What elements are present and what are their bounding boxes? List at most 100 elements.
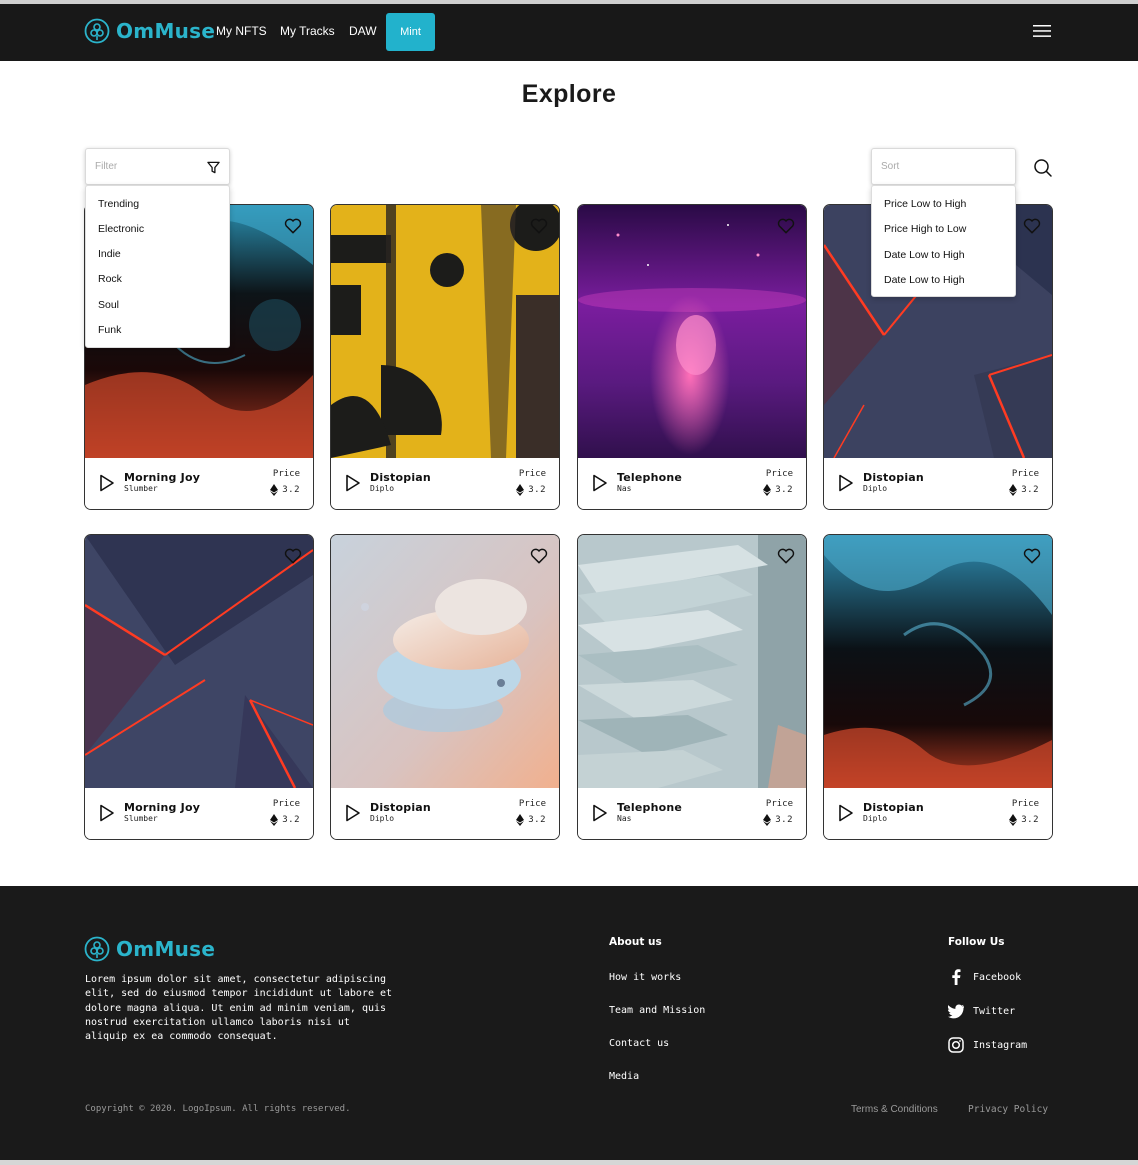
footer-link-how-it-works[interactable]: How it works xyxy=(609,972,681,983)
price-label: Price xyxy=(518,469,546,479)
facebook-icon xyxy=(952,969,961,985)
privacy-link[interactable]: Privacy Policy xyxy=(968,1104,1048,1115)
nav-my-tracks[interactable]: My Tracks xyxy=(280,24,335,38)
heart-icon[interactable] xyxy=(1022,216,1042,236)
ethereum-icon xyxy=(270,814,279,826)
filter-icon[interactable] xyxy=(207,161,220,174)
price: 3.2 xyxy=(1009,814,1039,826)
search-icon[interactable] xyxy=(1033,158,1053,178)
heart-icon[interactable] xyxy=(283,546,303,566)
play-icon[interactable] xyxy=(345,804,361,822)
nft-artwork[interactable] xyxy=(824,535,1052,788)
price-label: Price xyxy=(518,799,546,809)
track-artist: Nas xyxy=(617,814,632,823)
filter-option-soul[interactable]: Soul xyxy=(98,299,119,311)
play-icon[interactable] xyxy=(345,474,361,492)
nft-card[interactable]: Distopian Diplo Price 3.2 xyxy=(823,534,1053,840)
nft-card[interactable]: Distopian Diplo Price 3.2 xyxy=(330,534,560,840)
footer-link-contact[interactable]: Contact us xyxy=(609,1038,669,1049)
price-label: Price xyxy=(1011,799,1039,809)
heart-icon[interactable] xyxy=(283,216,303,236)
copyright: Copyright © 2020. LogoIpsum. All rights … xyxy=(85,1104,351,1114)
heart-icon[interactable] xyxy=(776,546,796,566)
social-facebook[interactable]: Facebook xyxy=(948,969,1021,985)
price-label: Price xyxy=(765,799,793,809)
nft-card[interactable]: Distopian Diplo Price 3.2 xyxy=(330,204,560,510)
social-facebook-label: Facebook xyxy=(973,971,1022,983)
track-artist: Slumber xyxy=(124,484,158,493)
price-value: 3.2 xyxy=(1021,815,1039,825)
track-artist: Diplo xyxy=(370,814,395,823)
nft-artwork[interactable] xyxy=(578,205,806,458)
ethereum-icon xyxy=(516,484,525,496)
nft-artwork[interactable] xyxy=(85,535,313,788)
play-icon[interactable] xyxy=(592,804,608,822)
sort-option-price-low-high[interactable]: Price Low to High xyxy=(884,198,966,210)
footer-link-media[interactable]: Media xyxy=(609,1071,639,1082)
track-artist: Diplo xyxy=(370,484,395,493)
follow-heading: Follow Us xyxy=(948,936,1005,948)
card-info: Telephone Nas Price 3.2 xyxy=(578,458,806,509)
track-artist: Slumber xyxy=(124,814,158,823)
price: 3.2 xyxy=(763,484,793,496)
nft-artwork[interactable] xyxy=(331,535,559,788)
social-twitter[interactable]: Twitter xyxy=(948,1003,1015,1019)
instagram-icon xyxy=(948,1037,964,1053)
window-bottom-edge xyxy=(0,1160,1138,1165)
ethereum-icon xyxy=(516,814,525,826)
social-instagram[interactable]: Instagram xyxy=(948,1037,1027,1053)
filter-option-trending[interactable]: Trending xyxy=(98,198,139,210)
sort-option-date-low-high-2[interactable]: Date Low to High xyxy=(884,274,965,286)
card-info: Distopian Diplo Price 3.2 xyxy=(331,458,559,509)
track-artist: Diplo xyxy=(863,484,888,493)
play-icon[interactable] xyxy=(99,474,115,492)
nav-daw[interactable]: DAW xyxy=(349,24,377,38)
price: 3.2 xyxy=(1009,484,1039,496)
price-label: Price xyxy=(1011,469,1039,479)
play-icon[interactable] xyxy=(592,474,608,492)
card-info: Telephone Nas Price 3.2 xyxy=(578,788,806,839)
footer-brand-logo[interactable]: OmMuse xyxy=(84,936,215,962)
footer: OmMuse Lorem ipsum dolor sit amet, conse… xyxy=(0,886,1138,1160)
sort-placeholder: Sort xyxy=(881,161,900,172)
heart-icon[interactable] xyxy=(529,216,549,236)
sort-option-price-high-low[interactable]: Price High to Low xyxy=(884,223,966,235)
ethereum-icon xyxy=(1009,484,1018,496)
sort-option-date-low-high[interactable]: Date Low to High xyxy=(884,249,965,261)
brand-logo[interactable]: OmMuse xyxy=(84,18,215,44)
play-icon[interactable] xyxy=(99,804,115,822)
filter-dropdown: Trending Electronic Indie Rock Soul Funk xyxy=(85,185,230,348)
heart-icon[interactable] xyxy=(529,546,549,566)
nft-card[interactable]: Telephone Nas Price 3.2 xyxy=(577,534,807,840)
nft-artwork[interactable] xyxy=(578,535,806,788)
track-artist: Diplo xyxy=(863,814,888,823)
filter-option-electronic[interactable]: Electronic xyxy=(98,223,144,235)
track-title: Distopian xyxy=(370,471,431,484)
filter-select[interactable]: Filter xyxy=(85,148,230,185)
card-info: Morning Joy Slumber Price 3.2 xyxy=(85,788,313,839)
sort-select[interactable]: Sort xyxy=(871,148,1016,185)
nav-my-nfts[interactable]: My NFTS xyxy=(216,24,267,38)
play-icon[interactable] xyxy=(838,474,854,492)
filter-option-indie[interactable]: Indie xyxy=(98,248,121,260)
about-heading: About us xyxy=(609,936,662,948)
nft-card[interactable]: Telephone Nas Price 3.2 xyxy=(577,204,807,510)
twitter-icon xyxy=(948,1004,964,1019)
nft-card[interactable]: Morning Joy Slumber Price 3.2 xyxy=(84,534,314,840)
nft-artwork[interactable] xyxy=(331,205,559,458)
hamburger-icon[interactable] xyxy=(1033,24,1051,38)
mint-button[interactable]: Mint xyxy=(386,13,435,51)
filter-option-rock[interactable]: Rock xyxy=(98,273,122,285)
play-icon[interactable] xyxy=(838,804,854,822)
ethereum-icon xyxy=(1009,814,1018,826)
terms-link[interactable]: Terms & Conditions xyxy=(851,1104,938,1115)
filter-option-funk[interactable]: Funk xyxy=(98,324,121,336)
card-info: Distopian Diplo Price 3.2 xyxy=(331,788,559,839)
heart-icon[interactable] xyxy=(1022,546,1042,566)
price-value: 3.2 xyxy=(775,485,793,495)
brand-name: OmMuse xyxy=(116,19,216,43)
page-title: Explore xyxy=(521,80,617,108)
footer-link-team-mission[interactable]: Team and Mission xyxy=(609,1005,705,1016)
price: 3.2 xyxy=(763,814,793,826)
heart-icon[interactable] xyxy=(776,216,796,236)
